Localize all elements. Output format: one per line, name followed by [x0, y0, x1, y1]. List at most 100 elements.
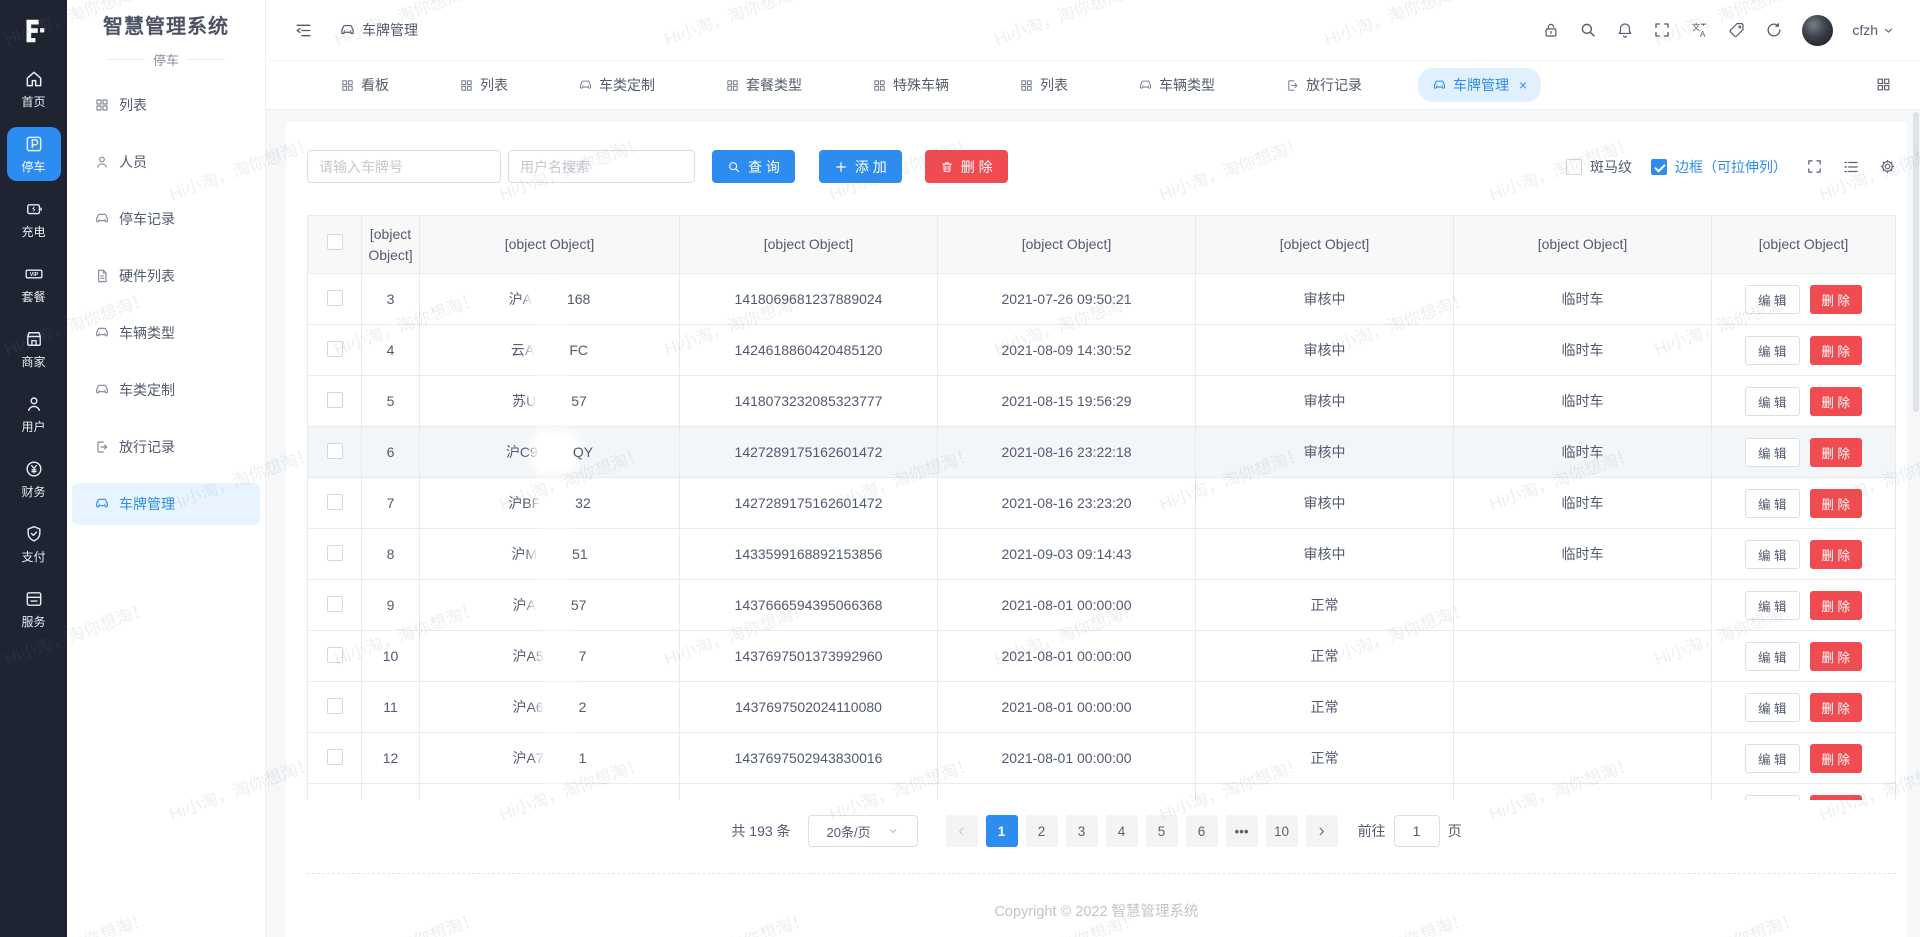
edit-button[interactable]: 编 辑 [1745, 591, 1799, 620]
edit-button[interactable]: 编 辑 [1745, 744, 1799, 773]
edit-button[interactable]: 编 辑 [1745, 642, 1799, 671]
page-tab[interactable]: 车牌管理 × [1418, 68, 1541, 102]
rail-nav-item[interactable]: 用户 [7, 387, 61, 441]
row-delete-button[interactable]: 删 除 [1810, 540, 1862, 569]
tab-close-icon[interactable]: × [1519, 78, 1527, 92]
checkbox-box-checked[interactable] [1651, 159, 1667, 175]
rail-nav-item[interactable]: 套餐 [7, 257, 61, 311]
rail-nav-item[interactable]: 服务 [7, 582, 61, 636]
row-checkbox[interactable] [327, 290, 343, 306]
user-menu[interactable]: cfzh [1852, 22, 1895, 38]
sidebar-menu-item[interactable]: 车牌管理 [72, 483, 260, 525]
search-icon[interactable] [1579, 21, 1597, 39]
prev-page-button[interactable] [946, 815, 978, 847]
app-logo[interactable] [0, 0, 67, 62]
page-number-button[interactable]: 2 [1026, 815, 1058, 847]
plate-search-input[interactable] [307, 150, 501, 183]
rail-nav-item[interactable]: 首页 [7, 62, 61, 116]
tabs-overview-icon[interactable] [1875, 76, 1892, 93]
translate-icon[interactable] [1690, 21, 1709, 40]
rail-nav-item[interactable]: 财务 [7, 452, 61, 506]
sidebar-menu-item[interactable]: 车辆类型 [72, 312, 260, 354]
row-checkbox[interactable] [327, 392, 343, 408]
sidebar-menu-item[interactable]: 放行记录 [72, 426, 260, 468]
edit-button[interactable]: 编 辑 [1745, 693, 1799, 722]
rail-nav-item[interactable]: 商家 [7, 322, 61, 376]
page-tab[interactable]: 特殊车辆 × [858, 68, 963, 102]
row-checkbox[interactable] [327, 647, 343, 663]
page-tab[interactable]: 看板 × [326, 68, 403, 102]
lock-icon[interactable] [1542, 21, 1560, 39]
row-checkbox[interactable] [327, 749, 343, 765]
add-button[interactable]: 添 加 [819, 150, 902, 183]
edit-button[interactable]: 编 辑 [1745, 540, 1799, 569]
page-number-button[interactable]: 1 [986, 815, 1018, 847]
page-number-button[interactable]: 4 [1106, 815, 1138, 847]
page-number-button[interactable]: 10 [1266, 815, 1298, 847]
edit-button[interactable]: 编 辑 [1745, 438, 1799, 467]
column-settings-icon[interactable] [1842, 158, 1860, 176]
sidebar-menu-item[interactable]: 停车记录 [72, 198, 260, 240]
row-checkbox[interactable] [327, 800, 343, 801]
sidebar-menu-item[interactable]: 车类定制 [72, 369, 260, 411]
row-checkbox[interactable] [327, 494, 343, 510]
sidebar-menu-item[interactable]: 列表 [72, 84, 260, 126]
row-delete-button[interactable]: 删 除 [1810, 795, 1862, 801]
jump-page-input[interactable] [1394, 815, 1440, 847]
username-search-input[interactable] [508, 150, 695, 183]
vertical-scrollbar[interactable] [1913, 112, 1919, 412]
border-resizable-checkbox[interactable]: 边框（可拉伸列） [1651, 157, 1787, 177]
sidebar-menu-item[interactable]: 人员 [72, 141, 260, 183]
row-delete-button[interactable]: 删 除 [1810, 387, 1862, 416]
page-size-select[interactable]: 20条/页 [808, 815, 918, 847]
status-cell: 正常 [1196, 682, 1454, 733]
rail-nav-item[interactable]: 支付 [7, 517, 61, 571]
row-checkbox[interactable] [327, 341, 343, 357]
sidebar-menu-item[interactable]: 硬件列表 [72, 255, 260, 297]
tag-icon[interactable] [1728, 21, 1746, 39]
row-delete-button[interactable]: 删 除 [1810, 693, 1862, 722]
search-button[interactable]: 查 询 [712, 150, 795, 183]
fullscreen-icon[interactable] [1653, 21, 1671, 39]
gear-icon[interactable] [1879, 158, 1896, 175]
row-delete-button[interactable]: 删 除 [1810, 336, 1862, 365]
row-checkbox[interactable] [327, 596, 343, 612]
page-tab[interactable]: 放行记录 × [1271, 68, 1376, 102]
refresh-icon[interactable] [1765, 21, 1783, 39]
row-delete-button[interactable]: 删 除 [1810, 642, 1862, 671]
delete-button[interactable]: 删 除 [925, 150, 1008, 183]
rail-nav-item[interactable]: 停车 [7, 127, 61, 181]
edit-button[interactable]: 编 辑 [1745, 387, 1799, 416]
edit-button[interactable]: 编 辑 [1745, 489, 1799, 518]
page-number-button[interactable]: ••• [1226, 815, 1258, 847]
page-tab[interactable]: 车辆类型 × [1124, 68, 1229, 102]
select-all-checkbox[interactable] [327, 234, 343, 250]
page-tab[interactable]: 车类定制 × [564, 68, 669, 102]
row-delete-button[interactable]: 删 除 [1810, 744, 1862, 773]
page-tab[interactable]: 套餐类型 × [711, 68, 816, 102]
row-delete-button[interactable]: 删 除 [1810, 438, 1862, 467]
zebra-stripe-checkbox[interactable]: 斑马纹 [1566, 157, 1632, 177]
rail-nav-item[interactable]: 充电 [7, 192, 61, 246]
edit-button[interactable]: 编 辑 [1745, 336, 1799, 365]
avatar[interactable] [1802, 15, 1833, 46]
row-checkbox[interactable] [327, 698, 343, 714]
page-tab[interactable]: 列表 × [1005, 68, 1082, 102]
next-page-button[interactable] [1306, 815, 1338, 847]
collapse-sidebar-icon[interactable] [294, 21, 313, 40]
row-delete-button[interactable]: 删 除 [1810, 489, 1862, 518]
edit-button[interactable]: 编 辑 [1745, 285, 1799, 314]
page-tab[interactable]: 列表 × [445, 68, 522, 102]
table-fullscreen-icon[interactable] [1806, 158, 1823, 175]
bell-icon[interactable] [1616, 21, 1634, 39]
row-delete-button[interactable]: 删 除 [1810, 285, 1862, 314]
row-checkbox[interactable] [327, 545, 343, 561]
page-number-button[interactable]: 5 [1146, 815, 1178, 847]
search-button-label: 查 询 [748, 157, 780, 177]
row-delete-button[interactable]: 删 除 [1810, 591, 1862, 620]
page-number-button[interactable]: 6 [1186, 815, 1218, 847]
edit-button[interactable]: 编 辑 [1745, 795, 1799, 801]
row-checkbox[interactable] [327, 443, 343, 459]
page-number-button[interactable]: 3 [1066, 815, 1098, 847]
checkbox-box[interactable] [1566, 159, 1582, 175]
